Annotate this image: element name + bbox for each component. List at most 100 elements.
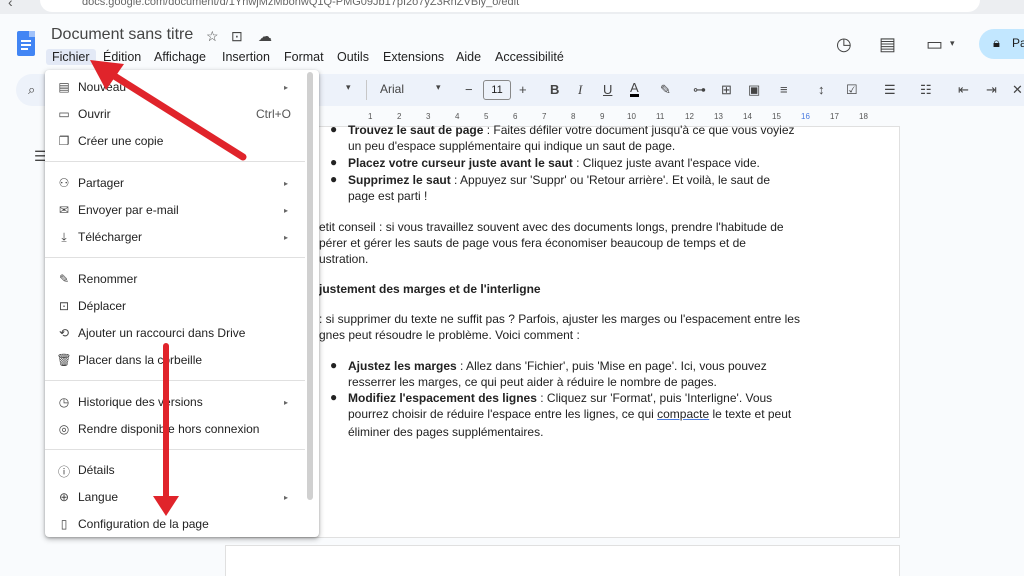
font-size-input[interactable]: 11 [483,80,511,100]
insert-image-icon[interactable]: ▣ [748,82,760,98]
menu-scrollbar[interactable] [307,72,313,500]
align-icon[interactable]: ≡ [780,82,788,97]
ruler-tick: 13 [714,112,723,121]
meet-icon[interactable]: ▭ [926,34,943,55]
info-icon: ⓘ [57,465,70,479]
menu-item-langue[interactable]: Langue [78,490,118,504]
bullet-dot: ● [330,390,338,404]
menu-fichier[interactable]: Fichier [46,49,96,65]
paragraph-1-line-2[interactable]: pérer et gérer les sauts de page vous fe… [319,235,746,251]
shortcut-ctrl-o: Ctrl+O [256,107,292,121]
back-arrow-icon[interactable]: ‹ [8,0,13,10]
font-family-select[interactable]: Arial [380,82,404,96]
decrease-indent-icon[interactable]: ⇤ [958,82,969,98]
decrease-font-icon[interactable]: − [465,82,473,97]
submenu-arrow-icon: ▸ [284,179,289,188]
paragraph-1-line-1[interactable]: etit conseil : si vous travaillez souven… [319,219,784,235]
section-heading[interactable]: justement des marges et de l'interligne [319,281,541,297]
bullet-5-line-2[interactable]: pourrez choisir de réduire l'espace entr… [348,406,791,422]
menu-item-renommer[interactable]: Renommer [78,272,137,286]
menu-edition[interactable]: Édition [97,49,147,65]
increase-font-icon[interactable]: + [519,82,527,97]
move-icon: ⊡ [58,299,70,313]
increase-indent-icon[interactable]: ⇥ [986,82,997,98]
ruler-tick: 9 [600,112,605,121]
share-button-label: Pa [1012,36,1024,50]
menu-divider [45,161,305,162]
submenu-arrow-icon: ▸ [284,83,289,92]
font-chevron-icon[interactable]: ▾ [436,82,441,93]
italic-icon[interactable]: I [578,82,582,98]
submenu-arrow-icon: ▸ [284,233,289,242]
ruler-tick: 5 [484,112,489,121]
bullet-3-line-2[interactable]: page est parti ! [348,188,427,204]
menu-item-historique[interactable]: Historique des versions [78,395,203,409]
menu-format[interactable]: Format [278,49,330,65]
highlight-icon[interactable]: ✎ [660,82,671,98]
globe-icon: ⊕ [58,490,70,504]
docs-logo-icon[interactable] [17,31,35,56]
checklist-icon[interactable]: ☑ [846,82,858,98]
ruler-tick: 3 [426,112,431,121]
menu-divider [45,449,305,450]
mail-icon: ✉ [58,203,70,217]
underline-icon[interactable]: U [603,82,612,97]
menu-item-configuration-page[interactable]: Configuration de la page [78,517,209,531]
submenu-arrow-icon: ▸ [284,493,289,502]
text-color-icon[interactable]: A [630,81,639,97]
version-history-icon[interactable]: ◷ [836,34,852,55]
menu-accessibilite[interactable]: Accessibilité [489,49,570,65]
link-icon[interactable]: ⊶ [693,82,706,98]
bulleted-list-icon[interactable]: ☰ [884,82,896,98]
menu-insertion[interactable]: Insertion [216,49,276,65]
menu-item-partager[interactable]: Partager [78,176,124,190]
bullet-5-line-3[interactable]: éliminer des pages supplémentaires. [348,424,543,440]
submenu-arrow-icon: ▸ [284,398,289,407]
document-title[interactable]: Document sans titre [51,26,193,44]
ruler-tick: 14 [743,112,752,121]
ruler-tick: 2 [397,112,402,121]
menu-outils[interactable]: Outils [331,49,375,65]
menu-item-envoyer-email[interactable]: Envoyer par e-mail [78,203,179,217]
bold-icon[interactable]: B [550,82,559,97]
menu-item-ouvrir[interactable]: Ouvrir [78,107,111,121]
paragraph-2-line-1[interactable]: : si supprimer du texte ne suffit pas ? … [319,311,800,327]
bullet-3-line-1[interactable]: Supprimez le saut : Appuyez sur 'Suppr' … [348,172,770,188]
bullet-1-line-2[interactable]: un peu d'espace supplémentaire qui indiq… [348,138,675,154]
star-icon[interactable]: ☆ [206,28,219,45]
menu-item-telecharger[interactable]: Télécharger [78,230,142,244]
move-folder-icon[interactable]: ⊡ [231,28,243,45]
line-spacing-icon[interactable]: ↕ [818,82,825,97]
menu-item-deplacer[interactable]: Déplacer [78,299,126,313]
bullet-4-line-2[interactable]: resserrer les marges, ce qui peut aider … [348,374,717,390]
search-menus-icon[interactable]: ⌕ [28,82,35,98]
bullet-1-line-1[interactable]: Trouvez le saut de page : Faites défiler… [348,122,795,138]
document-page-next[interactable] [225,545,900,576]
chevron-down-icon[interactable]: ▾ [950,38,955,49]
paragraph-2-line-2[interactable]: gnes peut résoudre le problème. Voici co… [319,327,580,343]
numbered-list-icon[interactable]: ☷ [920,82,932,98]
menu-extensions[interactable]: Extensions [377,49,450,65]
clear-formatting-icon[interactable]: ✕ [1012,82,1023,98]
menu-affichage[interactable]: Affichage [148,49,212,65]
menu-item-nouveau[interactable]: Nouveau [78,80,126,94]
ruler-tick: 12 [685,112,694,121]
bullet-5-line-1[interactable]: Modifiez l'espacement des lignes : Cliqu… [348,390,772,406]
menu-item-details[interactable]: Détails [78,463,115,477]
pencil-icon: ✎ [58,272,70,286]
add-comment-icon[interactable]: ⊞ [721,82,732,98]
bullet-4-line-1[interactable]: Ajustez les marges : Allez dans 'Fichier… [348,358,767,374]
menu-aide[interactable]: Aide [450,49,487,65]
paragraph-1-line-3[interactable]: ustration. [319,251,368,267]
comments-icon[interactable]: ▤ [879,34,896,55]
menu-item-corbeille[interactable]: Placer dans la corbeille [78,353,202,367]
bullet-2[interactable]: Placez votre curseur juste avant le saut… [348,155,760,171]
menu-item-ajouter-raccourci[interactable]: Ajouter un raccourci dans Drive [78,326,245,340]
offline-icon: ◎ [58,422,70,436]
menu-item-hors-connexion[interactable]: Rendre disponible hors connexion [78,422,259,436]
drive-shortcut-icon: ⟲ [58,326,70,340]
bullet-dot: ● [330,358,338,372]
cloud-status-icon[interactable]: ☁ [258,28,272,45]
menu-item-creer-copie[interactable]: Créer une copie [78,134,163,148]
zoom-dropdown-chevron-icon[interactable]: ▾ [346,82,351,93]
